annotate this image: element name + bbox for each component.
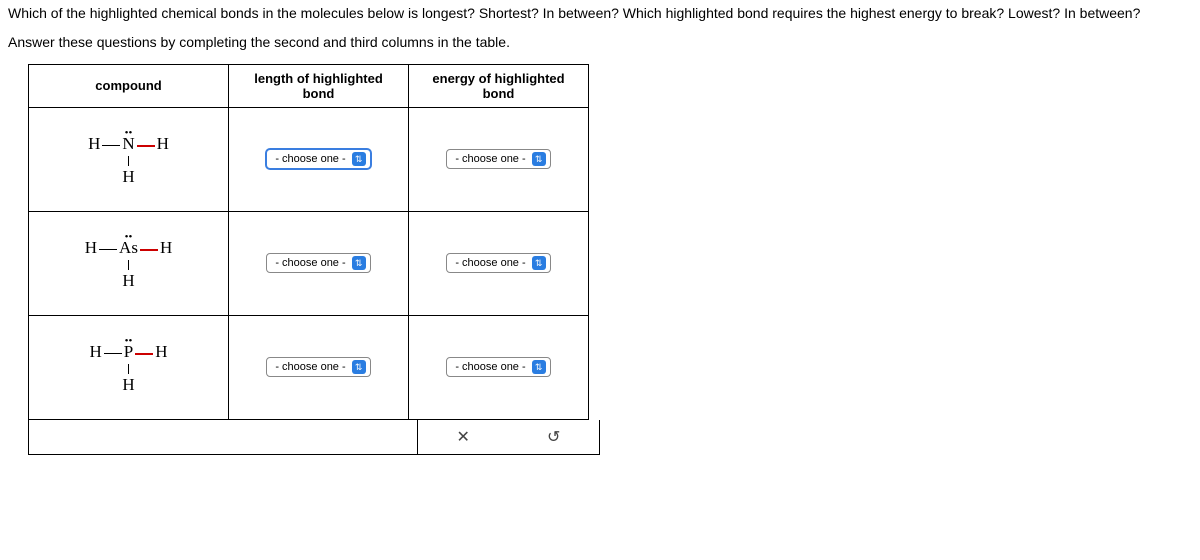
length-select[interactable]: - choose one - ⇅ [266, 357, 370, 377]
question-line1: Which of the highlighted chemical bonds … [8, 4, 1192, 24]
length-select[interactable]: - choose one - ⇅ [266, 253, 370, 273]
reset-icon[interactable]: ↺ [542, 426, 566, 448]
energy-select[interactable]: - choose one - ⇅ [446, 357, 550, 377]
close-icon[interactable]: ✕ [451, 426, 475, 448]
footer-bar: ✕ ↺ [28, 420, 600, 455]
question-line2: Answer these questions by completing the… [8, 34, 1192, 50]
stepper-icon: ⇅ [532, 152, 546, 166]
length-select[interactable]: - choose one - ⇅ [266, 149, 370, 169]
energy-select[interactable]: - choose one - ⇅ [446, 253, 550, 273]
molecule-ash3: •• HAsH H [85, 235, 172, 291]
stepper-icon: ⇅ [352, 360, 366, 374]
compound-cell: •• HPH H [29, 315, 229, 419]
header-length: length of highlightedbond [229, 64, 409, 107]
stepper-icon: ⇅ [532, 360, 546, 374]
table-row: •• HAsH H - choose one - ⇅ - choose one … [29, 211, 589, 315]
molecule-nh3: •• HNH H [88, 131, 169, 187]
answer-table: compound length of highlightedbond energ… [28, 64, 589, 420]
stepper-icon: ⇅ [352, 152, 366, 166]
molecule-ph3: •• HPH H [89, 339, 167, 395]
compound-cell: •• HAsH H [29, 211, 229, 315]
table-row: •• HPH H - choose one - ⇅ - choose one - [29, 315, 589, 419]
stepper-icon: ⇅ [352, 256, 366, 270]
table-row: •• HNH H - choose one - ⇅ - choose one - [29, 107, 589, 211]
energy-select[interactable]: - choose one - ⇅ [446, 149, 550, 169]
header-energy: energy of highlightedbond [409, 64, 589, 107]
stepper-icon: ⇅ [532, 256, 546, 270]
header-compound: compound [29, 64, 229, 107]
compound-cell: •• HNH H [29, 107, 229, 211]
